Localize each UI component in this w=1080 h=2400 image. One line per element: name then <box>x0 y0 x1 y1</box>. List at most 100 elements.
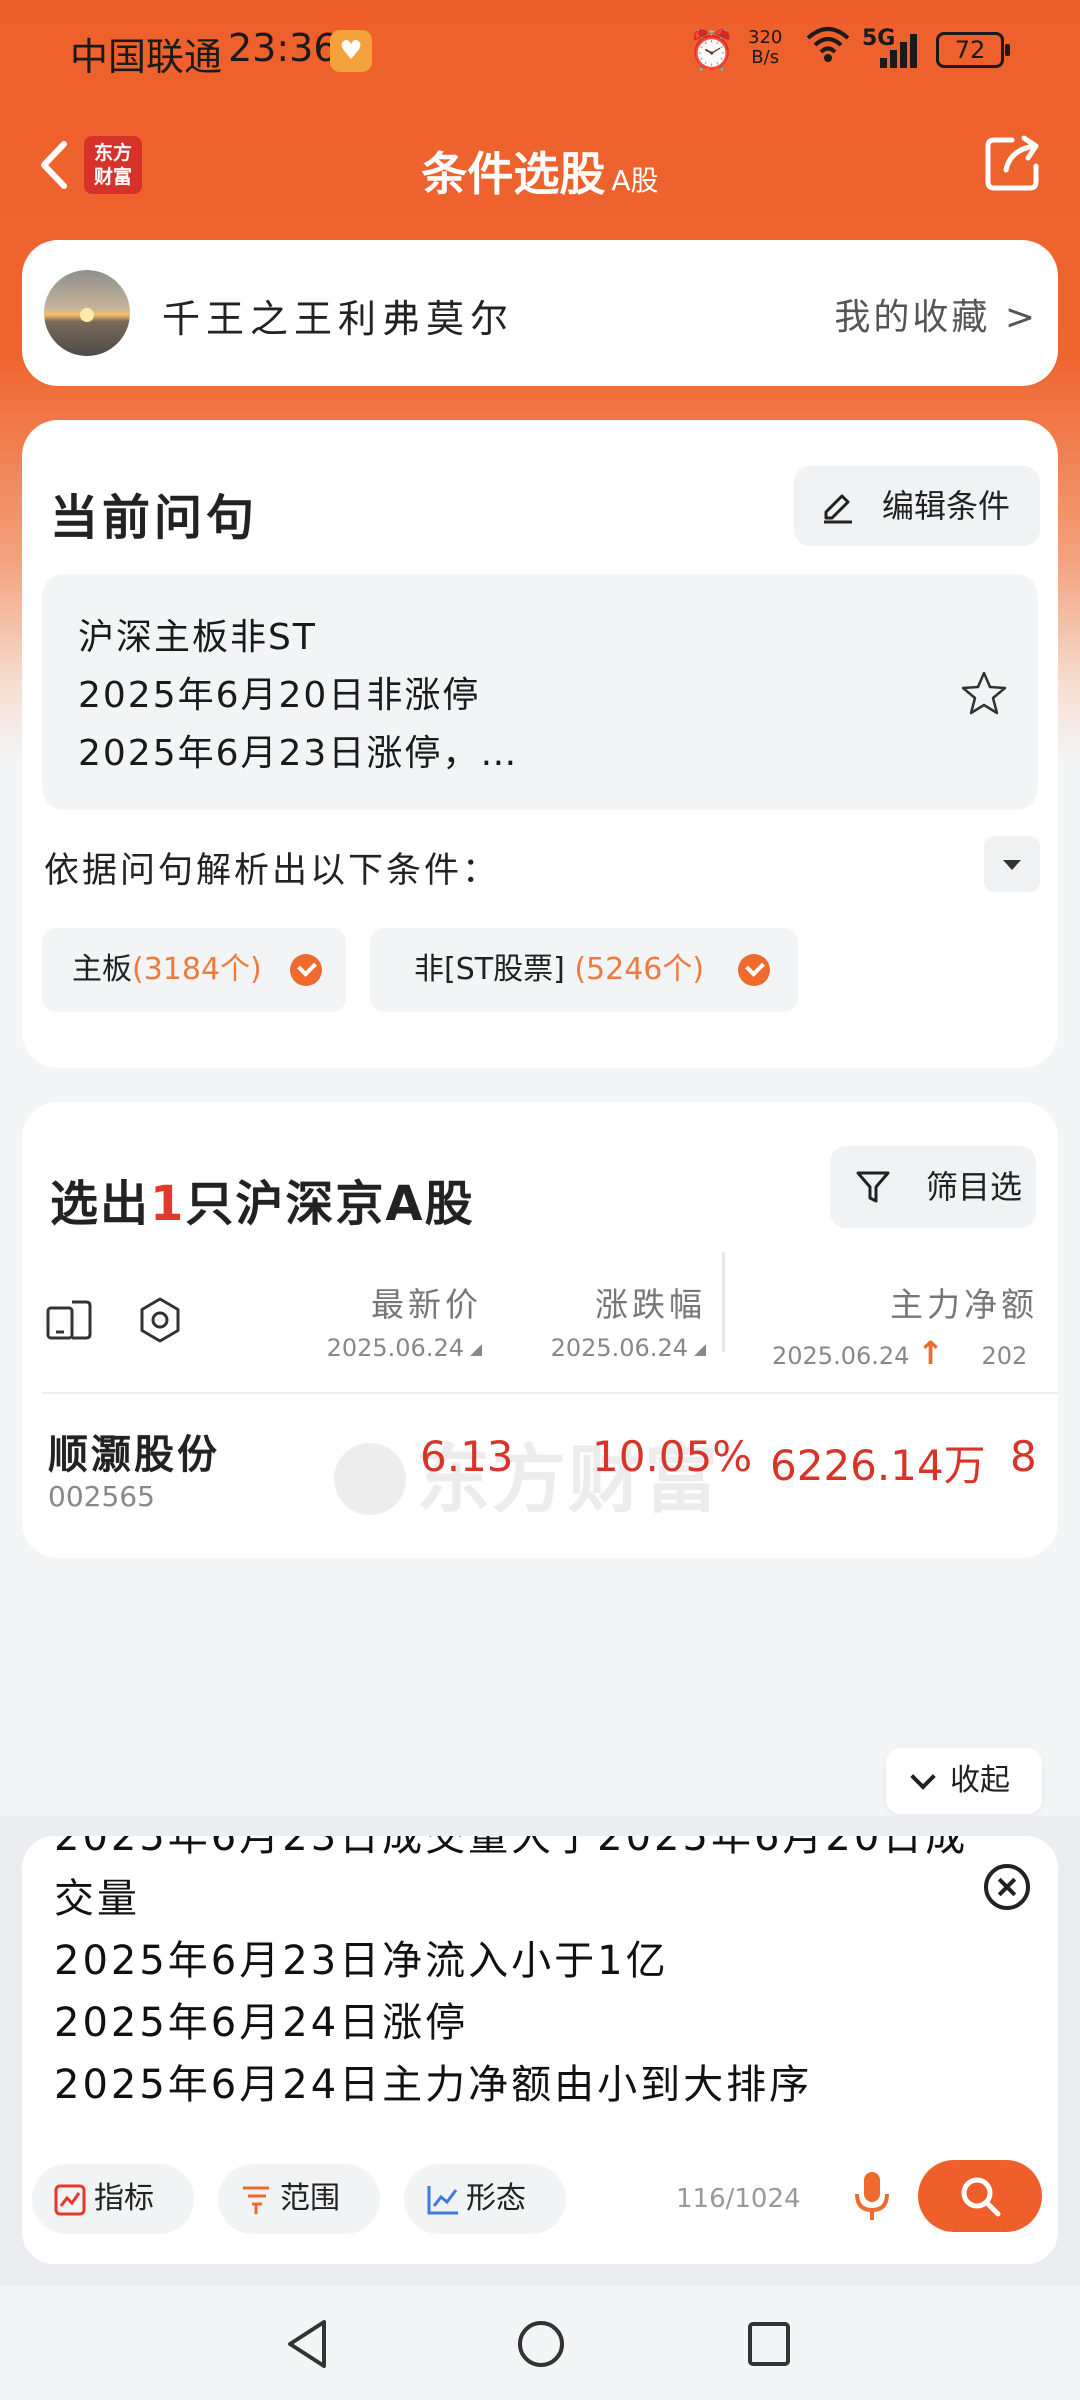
question-line: 2025年6月20日非涨停 <box>78 675 481 716</box>
column-date: 2025.06.24 <box>550 1334 688 1362</box>
column-header-price[interactable]: 最新价 2025.06.24 <box>327 1278 482 1362</box>
net-speed-unit: B/s <box>751 47 780 68</box>
column-header-net[interactable]: 主力净额 2025.06.24 ↑ 202 <box>772 1278 1058 1372</box>
net-speed: 320 B/s <box>748 28 782 68</box>
stock-price: 6.13 <box>420 1432 514 1481</box>
filter-label: 筛目选 <box>926 1168 1023 1206</box>
query-line: 2025年6月23日净流入小于1亿 <box>54 1938 669 1984</box>
column-title: 主力净额 <box>890 1285 1038 1324</box>
carrier-name: 中国联通 <box>70 35 223 79</box>
results-title: 选出1只沪深京A股 <box>50 1164 475 1234</box>
range-icon <box>243 2186 269 2214</box>
question-card: 当前问句 编辑条件 沪深主板非ST 2025年6月20日非涨停 2025年6月2… <box>22 420 1058 1068</box>
query-line: 2025年6月24日主力净额由小到大排序 <box>54 2062 813 2108</box>
page-title: 条件选股 A股 <box>0 138 1080 204</box>
page-title-suffix: A股 <box>611 164 659 197</box>
nav-bar: 东方 财富 条件选股 A股 <box>0 100 1080 230</box>
query-line: 2025年6月24日涨停 <box>54 2000 469 2046</box>
tool-label: 范围 <box>280 2181 340 2216</box>
query-input[interactable]: 2025年6月23日成交量大于2025年6月20日成 交量 2025年6月23日… <box>22 1836 1058 2264</box>
filter-icon <box>856 1171 890 1203</box>
wifi-icon <box>806 24 850 73</box>
share-icon[interactable] <box>982 132 1044 194</box>
edit-icon <box>824 494 852 524</box>
check-icon <box>290 954 322 986</box>
results-count: 1 <box>150 1176 186 1232</box>
status-bar: 中国联通 23:36 ♥ ⏰ 320 B/s 5G 72 <box>0 0 1080 100</box>
column-divider <box>722 1252 725 1352</box>
results-title-suffix: 只沪深京A股 <box>185 1176 475 1232</box>
column-header-change[interactable]: 涨跌幅 2025.06.24 <box>551 1278 706 1362</box>
net-speed-value: 320 <box>748 27 783 48</box>
column-date-next: 202 <box>981 1342 1028 1370</box>
home-circle-icon[interactable] <box>514 2316 568 2372</box>
column-date: 2025.06.24 <box>326 1334 464 1362</box>
layout-toggle-icon[interactable] <box>46 1298 94 1342</box>
user-name: 千王之王利弗莫尔 <box>162 297 515 341</box>
tool-range-button[interactable]: 范围 <box>218 2164 380 2234</box>
chip-label: 非[ST股票] <box>414 952 565 987</box>
collapse-button[interactable]: 收起 <box>886 1748 1042 1814</box>
back-triangle-icon[interactable] <box>282 2316 332 2372</box>
edit-conditions-label: 编辑条件 <box>882 487 1011 525</box>
stock-next-col: 8 <box>1010 1432 1037 1481</box>
query-input-panel: 2025年6月23日成交量大于2025年6月20日成 交量 2025年6月23日… <box>0 1816 1080 2286</box>
watermark-logo-icon <box>334 1443 406 1515</box>
tool-indicator-button[interactable]: 指标 <box>32 2164 194 2234</box>
tool-pattern-button[interactable]: 形态 <box>404 2164 566 2234</box>
tool-label: 指标 <box>94 2181 154 2216</box>
sort-up-arrow-icon: ↑ <box>917 1334 944 1372</box>
system-nav-bar <box>0 2286 1080 2400</box>
chip-label: 主板 <box>72 952 132 987</box>
clear-input-button[interactable] <box>984 1864 1030 1910</box>
stock-code: 002565 <box>48 1480 155 1513</box>
settings-icon[interactable] <box>136 1296 184 1344</box>
char-counter: 116/1024 <box>676 2184 801 2214</box>
search-icon <box>961 2177 1001 2217</box>
microphone-icon[interactable] <box>852 2170 892 2224</box>
parse-label: 依据问句解析出以下条件： <box>44 851 501 891</box>
filter-button[interactable]: 筛目选 <box>830 1146 1036 1228</box>
query-text[interactable]: 2025年6月23日成交量大于2025年6月20日成 交量 2025年6月23日… <box>54 1836 994 2116</box>
stock-name: 顺灏股份 <box>48 1432 220 1478</box>
stock-change: 10.05% <box>592 1432 753 1481</box>
tool-label: 形态 <box>466 2181 526 2216</box>
signal-icon <box>880 30 924 68</box>
chip-count: (5246个) <box>574 952 705 987</box>
column-title: 涨跌幅 <box>595 1285 706 1324</box>
alarm-icon: ⏰ <box>688 28 736 72</box>
query-line: 交量 <box>54 1876 140 1922</box>
question-box[interactable]: 沪深主板非ST 2025年6月20日非涨停 2025年6月23日涨停，… <box>42 574 1038 810</box>
my-favorites-link[interactable]: 我的收藏 > <box>834 288 1038 340</box>
query-line: 2025年6月23日成交量大于2025年6月20日成 <box>54 1836 969 1860</box>
row-divider <box>42 1392 1058 1394</box>
stock-net-amount: 6226.14万 <box>770 1441 986 1490</box>
user-card: 千王之王利弗莫尔 我的收藏 > <box>22 240 1058 386</box>
results-card: 选出1只沪深京A股 筛目选 最新价 2025.06.24 涨跌幅 2025.06… <box>22 1102 1058 1558</box>
edit-conditions-button[interactable]: 编辑条件 <box>794 466 1040 546</box>
results-title-prefix: 选出 <box>50 1176 151 1232</box>
sort-icon <box>470 1344 482 1356</box>
question-title: 当前问句 <box>50 490 259 546</box>
check-icon <box>738 954 770 986</box>
column-date: 2025.06.24 <box>772 1342 910 1370</box>
recents-square-icon[interactable] <box>744 2316 794 2372</box>
question-line: 2025年6月23日涨停，… <box>78 733 519 774</box>
pattern-icon <box>427 2186 458 2215</box>
indicator-icon <box>54 2184 86 2216</box>
column-title: 最新价 <box>371 1285 482 1324</box>
avatar[interactable] <box>44 270 130 356</box>
app-notification-icon: ♥ <box>330 30 372 72</box>
page-title-text: 条件选股 <box>421 147 606 201</box>
question-line: 沪深主板非ST <box>78 617 317 658</box>
search-button[interactable] <box>918 2160 1042 2232</box>
battery-level: 72 <box>954 36 986 64</box>
chevron-down-icon[interactable] <box>984 836 1040 892</box>
condition-chip[interactable]: 主板(3184个) <box>42 928 346 1012</box>
battery-icon: 72 <box>936 32 1010 68</box>
star-icon[interactable] <box>960 670 1008 716</box>
condition-chip[interactable]: 非[ST股票] (5246个) <box>370 928 798 1012</box>
chip-count: (3184个) <box>132 952 262 987</box>
sort-icon <box>694 1344 706 1356</box>
collapse-label: 收起 <box>950 1763 1010 1798</box>
